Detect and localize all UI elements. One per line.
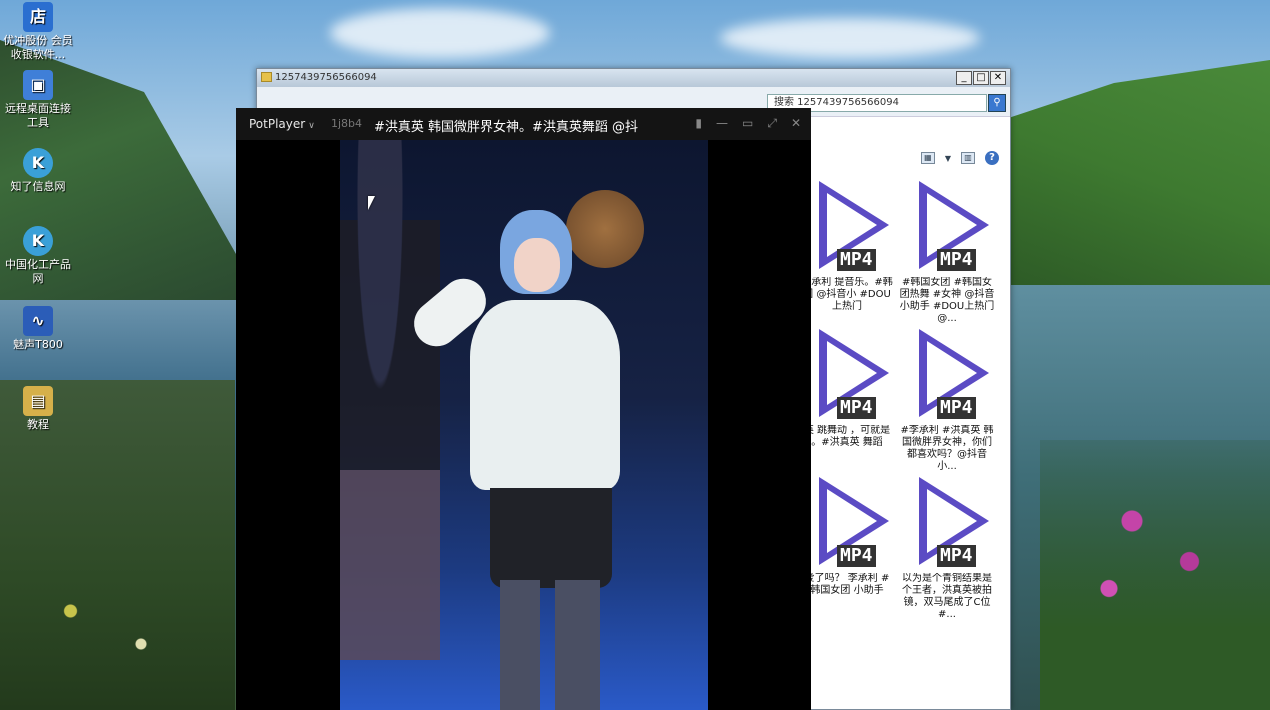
mp4-file-icon: MP4 [897, 329, 997, 425]
minimize-icon[interactable]: — [716, 116, 728, 131]
desktop-icon-chemical[interactable]: K 中国化工产品网 [0, 226, 76, 286]
video-main-dancer [404, 210, 620, 710]
desktop-icon-label: 知了信息网 [10, 180, 66, 193]
view-icon[interactable]: ▦ [920, 152, 935, 164]
file-name: 以为是个青铜结果是个王者，洪真英被拍镜，双马尾成了C位#... [902, 573, 992, 620]
file-name: #李承利 #洪真英 韩国微胖界女神，你们都喜欢吗？@抖音小... [900, 425, 994, 472]
desktop-icon-tutorial[interactable]: ▤ 教程 [0, 386, 76, 432]
explorer-title: 1257439756566094 [275, 72, 377, 83]
wallpaper-cloud [330, 8, 550, 58]
desktop-icon-label: 教程 [27, 418, 49, 431]
search-button[interactable]: ⚲ [988, 94, 1006, 112]
mouse-cursor-icon [368, 196, 375, 210]
wallpaper-cloud [720, 18, 980, 58]
file-item[interactable]: MP4 李承利 提音乐。#韩 团 @抖音小 #DOU上热门 [797, 181, 897, 325]
potplayer-window[interactable]: PotPlayer ∨ 1j8b4 #洪真英 韩国微胖界女神。#洪真英舞蹈 @抖 … [236, 108, 811, 710]
minimize-button[interactable]: _ [956, 71, 972, 85]
file-item[interactable]: MP4 #李承利 #洪真英 韩国微胖界女神，你们都喜欢吗？@抖音小... [897, 329, 997, 473]
k-logo-icon: K [23, 226, 53, 256]
wallpaper-mountain-right [1010, 60, 1270, 290]
file-name: 英 跳舞动 ，可就是 。#洪真英 舞蹈 [803, 425, 891, 448]
remote-desktop-icon: ▣ [23, 70, 53, 100]
close-button[interactable]: ✕ [990, 71, 1006, 85]
maximize-icon[interactable]: ▭ [742, 116, 753, 131]
audio-wave-icon: ∿ [23, 306, 53, 336]
desktop-icon-remote-desktop[interactable]: ▣ 远程桌面连接工具 [0, 70, 76, 130]
mp4-file-icon: MP4 [797, 181, 897, 277]
player-window-controls: ▮ — ▭ ⤢ ✕ [695, 116, 801, 131]
maximize-button[interactable]: □ [973, 71, 989, 85]
mp4-file-icon: MP4 [897, 477, 997, 573]
k-logo-icon: K [23, 148, 53, 178]
file-name: #韩国女团 #韩国女团热舞 #女神 @抖音小助手 #DOU上热门 @... [899, 277, 995, 324]
file-name: 爱了吗？ 李承利 # 韩国女团 小助手 [804, 573, 890, 596]
player-title-bar[interactable]: PotPlayer ∨ 1j8b4 #洪真英 韩国微胖界女神。#洪真英舞蹈 @抖 … [236, 108, 811, 140]
help-icon[interactable]: ? [985, 151, 999, 165]
close-icon[interactable]: ✕ [791, 116, 801, 131]
mp4-file-icon: MP4 [897, 181, 997, 277]
explorer-title-bar[interactable]: 1257439756566094 _ □ ✕ [257, 69, 1010, 87]
app-icon: 店 [23, 2, 53, 32]
explorer-toolbar: ▦ ▼ ▥ ? [812, 147, 1007, 169]
player-menu-button[interactable]: PotPlayer ∨ [249, 117, 315, 131]
chevron-down-icon[interactable]: ▼ [945, 154, 951, 163]
preview-pane-icon[interactable]: ▥ [961, 152, 975, 164]
desktop-icon-cashier[interactable]: 店 优冲股份 会员收银软件... [0, 2, 76, 62]
pin-icon[interactable]: ▮ [695, 116, 702, 131]
desktop-icon-label: 魅声T800 [13, 338, 63, 351]
file-item[interactable]: MP4 英 跳舞动 ，可就是 。#洪真英 舞蹈 [797, 329, 897, 473]
desktop-icon-meisheng[interactable]: ∿ 魅声T800 [0, 306, 76, 352]
file-name: 李承利 提音乐。#韩 团 @抖音小 #DOU上热门 [801, 277, 893, 312]
fullscreen-icon[interactable]: ⤢ [767, 116, 777, 131]
desktop-icon-label: 优冲股份 会员收银软件... [3, 34, 73, 61]
folder-icon [261, 72, 272, 82]
desktop-icon-label: 远程桌面连接工具 [5, 102, 71, 129]
file-item[interactable]: MP4 爱了吗？ 李承利 # 韩国女团 小助手 [797, 477, 897, 621]
explorer-window-controls: _ □ ✕ [956, 71, 1006, 85]
player-video-title: #洪真英 韩国微胖界女神。#洪真英舞蹈 @抖 [374, 120, 639, 135]
player-resolution-text: 1j8b4 [331, 117, 363, 130]
folder-shortcut-icon: ▤ [23, 386, 53, 416]
desktop-icon-label: 中国化工产品网 [5, 258, 71, 285]
file-item[interactable]: MP4 以为是个青铜结果是个王者，洪真英被拍镜，双马尾成了C位#... [897, 477, 997, 621]
video-frame[interactable] [340, 140, 708, 710]
wallpaper-flowers-right [1040, 440, 1270, 710]
file-item[interactable]: MP4 #韩国女团 #韩国女团热舞 #女神 @抖音小助手 #DOU上热门 @..… [897, 181, 997, 325]
chevron-down-icon: ∨ [308, 121, 315, 131]
mp4-file-icon: MP4 [797, 477, 897, 573]
desktop-icon-zhiliao[interactable]: K 知了信息网 [0, 148, 76, 194]
mp4-file-icon: MP4 [797, 329, 897, 425]
